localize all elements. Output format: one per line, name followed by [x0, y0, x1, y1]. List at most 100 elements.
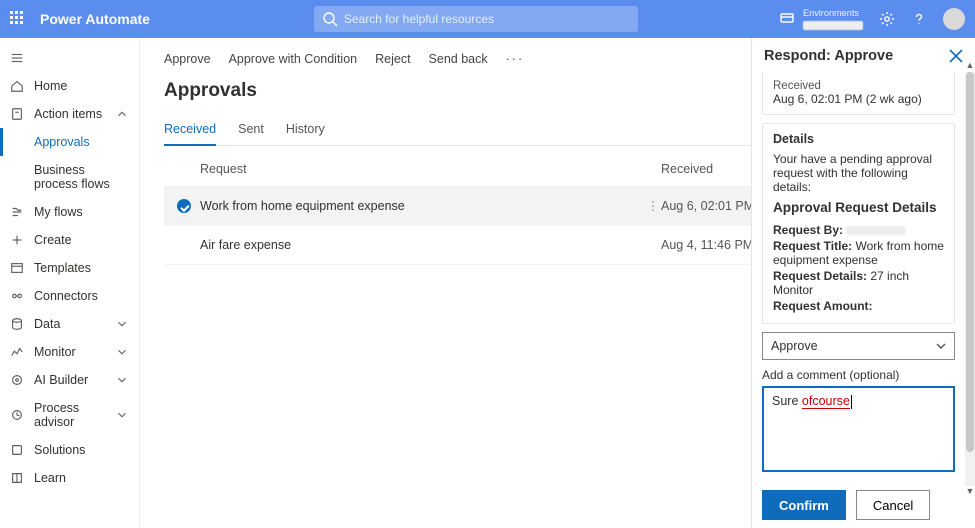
cmd-approve[interactable]: Approve — [164, 52, 211, 66]
respond-panel: Respond: Approve Received Aug 6, 02:01 P… — [751, 38, 975, 528]
nav-learn-label: Learn — [34, 471, 66, 485]
help-icon[interactable] — [911, 11, 927, 27]
scroll-up-icon[interactable]: ▲ — [965, 60, 975, 72]
nav-create-label: Create — [34, 233, 72, 247]
cancel-button[interactable]: Cancel — [856, 490, 930, 520]
request-by-value — [846, 226, 906, 235]
templates-icon — [10, 261, 24, 275]
nav-connectors-label: Connectors — [34, 289, 98, 303]
settings-icon[interactable] — [879, 11, 895, 27]
environment-label: Environments — [803, 8, 859, 18]
comment-input[interactable]: Sure ofcourse — [762, 386, 955, 472]
row-title: Air fare expense — [194, 238, 645, 252]
close-icon[interactable] — [949, 49, 963, 63]
text-cursor — [851, 395, 852, 409]
panel-title: Respond: Approve — [764, 48, 949, 64]
scroll-down-icon[interactable]: ▼ — [965, 486, 975, 498]
nav-solutions-label: Solutions — [34, 443, 85, 457]
brand-title: Power Automate — [40, 11, 150, 27]
nav-bpf[interactable]: Business process flows — [0, 156, 139, 198]
search-input[interactable] — [344, 12, 630, 26]
received-value: Aug 6, 02:01 PM (2 wk ago) — [773, 92, 944, 106]
search-box[interactable] — [314, 6, 638, 32]
nav-my-flows[interactable]: My flows — [0, 198, 139, 226]
nav-templates[interactable]: Templates — [0, 254, 139, 282]
confirm-button[interactable]: Confirm — [762, 490, 846, 520]
nav-action-items[interactable]: Action items — [0, 100, 139, 128]
panel-footer: Confirm Cancel — [752, 480, 975, 528]
nav-data-label: Data — [34, 317, 60, 331]
row-selection-indicator[interactable] — [174, 199, 194, 213]
chevron-down-icon — [115, 317, 129, 331]
cmd-send-back[interactable]: Send back — [429, 52, 488, 66]
learn-icon — [10, 471, 24, 485]
scrollbar-thumb[interactable] — [966, 72, 974, 452]
main-content: Approve Approve with Condition Reject Se… — [140, 38, 975, 528]
nav-bpf-label: Business process flows — [34, 163, 129, 191]
action-items-icon — [10, 107, 24, 121]
decision-select[interactable]: Approve — [762, 332, 955, 360]
user-avatar[interactable] — [943, 8, 965, 30]
nav-home-label: Home — [34, 79, 67, 93]
chevron-down-icon — [115, 408, 129, 422]
chevron-down-icon — [936, 341, 946, 351]
row-title: Work from home equipment expense — [194, 199, 645, 213]
plus-icon — [10, 233, 24, 247]
row-more-button[interactable]: ⋮ — [645, 198, 661, 213]
details-header: Details — [773, 132, 944, 146]
nav-home[interactable]: Home — [0, 72, 139, 100]
search-icon — [322, 11, 338, 27]
comment-text-typed: ofcourse — [802, 394, 850, 409]
request-details-label: Request Details: — [773, 269, 867, 283]
left-nav: Home Action items Approvals Business pro… — [0, 38, 140, 528]
nav-create[interactable]: Create — [0, 226, 139, 254]
my-flows-icon — [10, 205, 24, 219]
data-icon — [10, 317, 24, 331]
monitor-icon — [10, 345, 24, 359]
comment-label: Add a comment (optional) — [762, 368, 955, 382]
cmd-approve-with-condition[interactable]: Approve with Condition — [229, 52, 358, 66]
tab-history[interactable]: History — [286, 116, 325, 145]
cmd-more[interactable]: ··· — [506, 52, 525, 66]
connectors-icon — [10, 289, 24, 303]
chevron-down-icon — [115, 373, 129, 387]
environment-picker[interactable]: Environments — [779, 7, 863, 31]
environment-icon — [779, 11, 795, 27]
nav-connectors[interactable]: Connectors — [0, 282, 139, 310]
nav-data[interactable]: Data — [0, 310, 139, 338]
nav-my-flows-label: My flows — [34, 205, 83, 219]
check-icon — [177, 199, 191, 213]
app-launcher-icon[interactable] — [10, 11, 26, 27]
received-label: Received — [773, 80, 944, 92]
solutions-icon — [10, 443, 24, 457]
panel-scrollbar[interactable]: ▲ ▼ — [965, 72, 975, 486]
nav-action-items-label: Action items — [34, 107, 102, 121]
tab-received[interactable]: Received — [164, 116, 216, 146]
chevron-down-icon — [115, 345, 129, 359]
ai-builder-icon — [10, 373, 24, 387]
comment-text-prefix: Sure — [772, 394, 802, 408]
tab-sent[interactable]: Sent — [238, 116, 264, 145]
nav-learn[interactable]: Learn — [0, 464, 139, 492]
nav-collapse-button[interactable] — [0, 44, 139, 72]
process-advisor-icon — [10, 408, 24, 422]
request-by-label: Request By: — [773, 223, 843, 237]
details-intro: Your have a pending approval request wit… — [773, 152, 944, 194]
cmd-reject[interactable]: Reject — [375, 52, 410, 66]
nav-templates-label: Templates — [34, 261, 91, 275]
panel-body: Received Aug 6, 02:01 PM (2 wk ago) Deta… — [752, 72, 975, 480]
nav-approvals-label: Approvals — [34, 135, 90, 149]
nav-solutions[interactable]: Solutions — [0, 436, 139, 464]
details-card: Details Your have a pending approval req… — [762, 123, 955, 324]
col-request[interactable]: Request — [200, 162, 661, 176]
nav-monitor-label: Monitor — [34, 345, 76, 359]
nav-ai-builder-label: AI Builder — [34, 373, 88, 387]
nav-process-advisor[interactable]: Process advisor — [0, 394, 139, 436]
decision-value: Approve — [771, 339, 818, 353]
nav-process-advisor-label: Process advisor — [34, 401, 105, 429]
nav-monitor[interactable]: Monitor — [0, 338, 139, 366]
nav-approvals[interactable]: Approvals — [0, 128, 139, 156]
nav-ai-builder[interactable]: AI Builder — [0, 366, 139, 394]
approval-request-details-title: Approval Request Details — [773, 200, 944, 215]
request-title-label: Request Title: — [773, 239, 852, 253]
